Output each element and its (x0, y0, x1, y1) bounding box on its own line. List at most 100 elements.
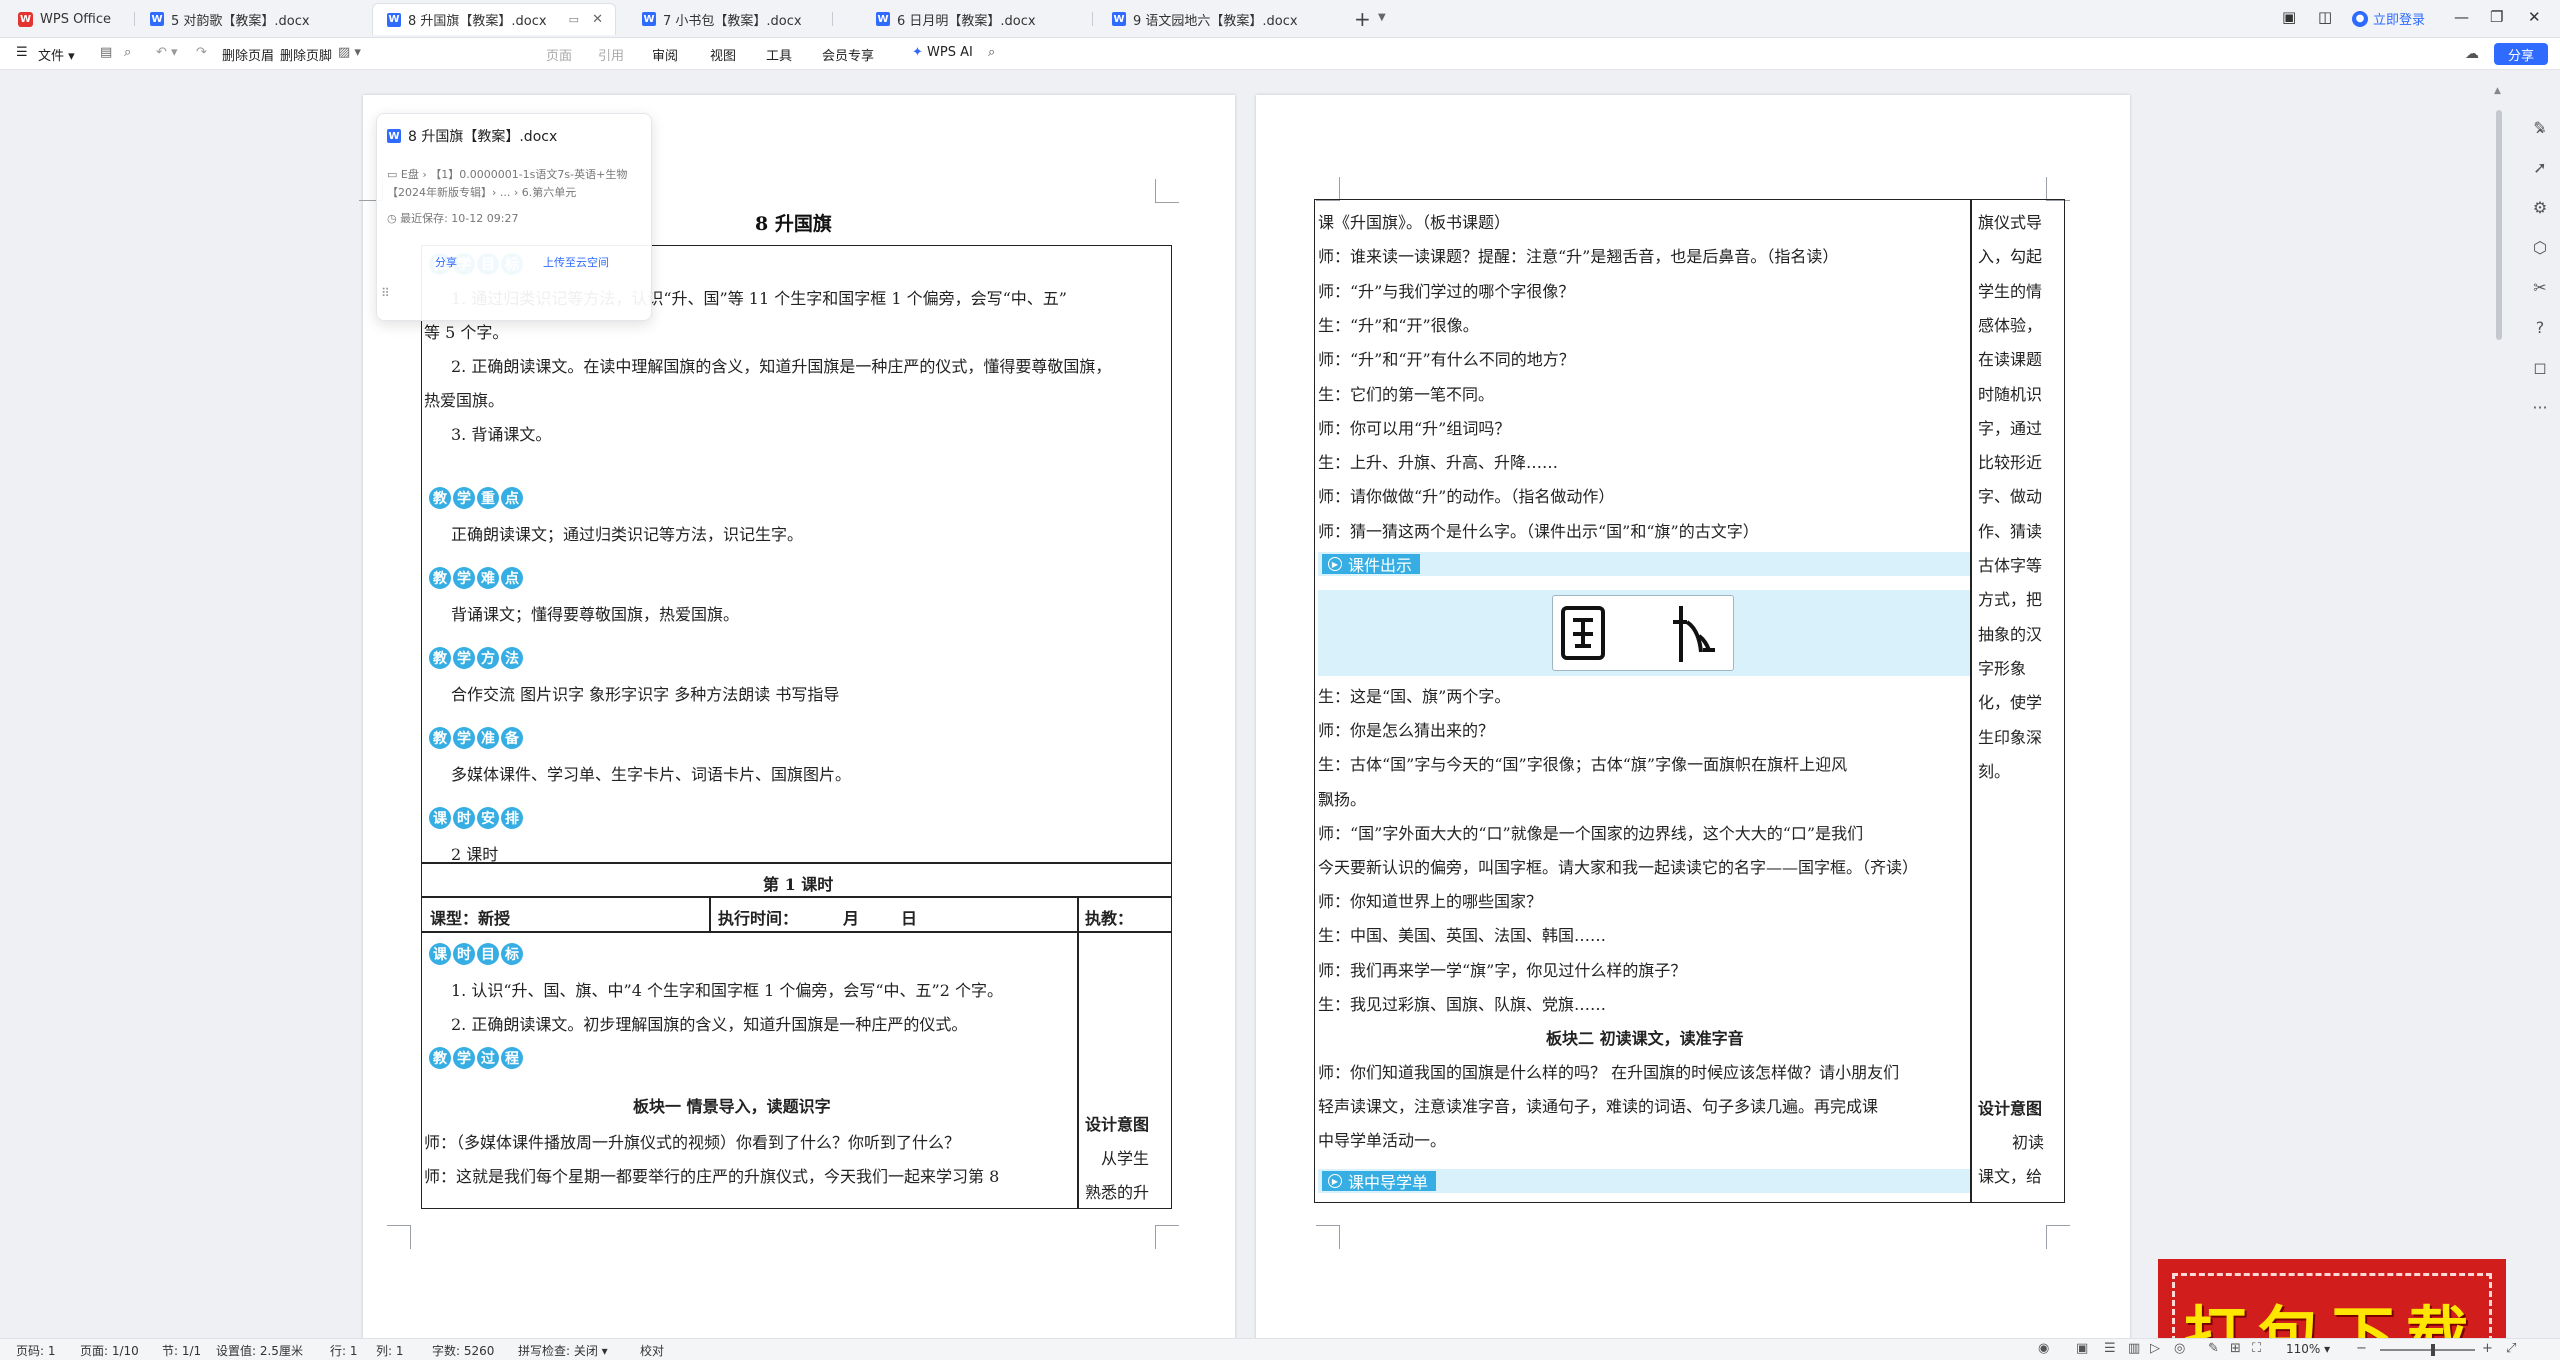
globe-icon[interactable]: ◎ (2174, 1341, 2185, 1356)
image-icon[interactable]: ▨ ▾ (338, 45, 361, 60)
page-view-icon[interactable]: ▣ (2076, 1341, 2088, 1356)
glyph-guo (1561, 606, 1605, 660)
status-row[interactable]: 行: 1 (330, 1342, 358, 1359)
chat-icon[interactable]: ◻ (2520, 358, 2560, 377)
dialogue-line: 生：古体“国”字与今天的“国”字很像；古体“旗”字像一面旗帜在旗杆上迎风 (1318, 755, 1848, 775)
login-button[interactable]: ● 立即登录 (2352, 9, 2425, 28)
dialogue-line: 师：猜一猜这两个是什么字。（课件出示“国”和“旗”的古文字） (1318, 521, 1759, 541)
hamburger-icon[interactable]: ☰ (16, 45, 28, 60)
section-badge: 教学准备 (429, 727, 523, 749)
crop-mark (1316, 1225, 1340, 1249)
pen-icon[interactable]: ✎ (2208, 1341, 2219, 1356)
outline-icon[interactable]: ☰ (2104, 1341, 2116, 1356)
menu-tools[interactable]: 工具 (766, 45, 792, 64)
minimize-icon[interactable]: — (2454, 8, 2469, 26)
tab-doc[interactable]: W 9 语文园地六【教案】.docx (1098, 3, 1338, 35)
fit-icon[interactable]: ⛶ (2252, 1341, 2261, 1356)
scroll-up-icon[interactable]: ▲ (2494, 86, 2501, 96)
page-2: 课《升国旗》。（板书课题） 师：谁来读一读课题？提醒：注意“升”是翘舌音，也是后鼻… (1256, 95, 2130, 1338)
tab-home[interactable]: W WPS Office (4, 3, 134, 35)
new-tab-icon[interactable]: + (1354, 7, 1371, 31)
dialogue-line: 师：我们再来学一学“旗”字，你见过什么样的旗子？ (1318, 960, 1687, 980)
status-pages[interactable]: 页面: 1/10 (80, 1342, 139, 1359)
help-icon[interactable]: ? (2520, 318, 2560, 337)
badge-char: 备 (501, 727, 523, 749)
zoom-slider[interactable] (2380, 1349, 2475, 1351)
badge-char: 学 (453, 647, 475, 669)
status-setting[interactable]: 设置值: 2.5厘米 (216, 1342, 303, 1359)
popup-upload-link[interactable]: 上传至云空间 (543, 254, 609, 270)
badge-char: 准 (477, 727, 499, 749)
shape-icon[interactable]: ⬡ (2520, 238, 2560, 257)
tab-doc[interactable]: W 6 日月明【教案】.docx (862, 3, 1108, 35)
file-path[interactable]: ▭ E盘 › 【1】0.0000001-1s语文7s-英语+生物【2024年新版… (387, 166, 637, 202)
menu-file[interactable]: 文件 ▾ (38, 45, 75, 64)
menu-wps-ai[interactable]: ✦ WPS AI (912, 45, 973, 60)
menu-review[interactable]: 审阅 (652, 45, 678, 64)
status-spell[interactable]: 拼写检查: 关闭 ▾ (518, 1342, 608, 1359)
menu-reference[interactable]: 引用 (598, 45, 624, 64)
undo-icon[interactable]: ↶ ▾ (156, 45, 178, 60)
maximize-icon[interactable]: ❐ (2490, 8, 2503, 26)
zoom-slider-knob[interactable] (2431, 1344, 2435, 1356)
badge-char: 教 (429, 1047, 451, 1069)
tab-label: 6 日月明【教案】.docx (897, 13, 1036, 29)
window-icon[interactable]: ▭ (569, 13, 579, 26)
notifications-icon[interactable]: ◫ (2318, 8, 2332, 26)
fullscreen-icon[interactable]: ⤢ (2506, 1341, 2516, 1356)
tab-doc[interactable]: W 7 小书包【教案】.docx (628, 3, 828, 35)
tools-icon[interactable]: ✂ (2520, 278, 2560, 297)
window-layout-icon[interactable]: ▣ (2282, 8, 2296, 26)
status-words[interactable]: 字数: 5260 (432, 1342, 494, 1359)
eye-icon[interactable]: ◉ (2038, 1341, 2049, 1356)
login-label: 立即登录 (2373, 13, 2426, 28)
document-canvas[interactable]: 8 升国旗 教学目标1. 通过归类识记等方法，认识“升、国”等 11 个生字和国… (0, 71, 2560, 1338)
design-line: 入，勾起 (1978, 247, 2043, 267)
badge-char: 点 (501, 487, 523, 509)
delete-header-button[interactable]: 删除页眉 (222, 45, 274, 64)
play-icon[interactable]: ▷ (2150, 1341, 2160, 1356)
design-line: 方式，把 (1978, 590, 2043, 610)
menu-page[interactable]: 页面 (546, 45, 572, 64)
settings-icon[interactable]: ⚙ (2520, 198, 2560, 217)
status-col[interactable]: 列: 1 (376, 1342, 404, 1359)
more-icon[interactable]: ··· (2520, 398, 2560, 417)
zoom-in-icon[interactable]: + (2482, 1341, 2493, 1356)
design-line: 字形象 (1978, 658, 2027, 678)
close-icon[interactable]: ✕ (2528, 8, 2541, 26)
cloud-icon[interactable]: ☁ (2465, 46, 2479, 62)
drag-handle-icon[interactable]: ⠿ (381, 286, 390, 300)
popup-share-link[interactable]: 分享 (435, 254, 457, 270)
chevron-down-icon[interactable]: ▼ (1378, 12, 1386, 23)
cursor-icon[interactable]: ➚ (2520, 158, 2560, 177)
search-icon[interactable]: ⌕ (988, 45, 995, 60)
tab-doc-active[interactable]: W 8 升国旗【教案】.docx ▭ ✕ (372, 3, 616, 35)
section-badge: 教学难点 (429, 567, 523, 589)
zoom-out-icon[interactable]: − (2356, 1341, 2367, 1356)
download-stamp[interactable]: 打包下载 (2158, 1259, 2506, 1338)
redo-icon[interactable]: ↷ (196, 45, 207, 60)
tab-doc[interactable]: W 5 对韵歌【教案】.docx (136, 3, 372, 35)
lesson-title: 第 1 课时 (763, 875, 834, 894)
status-page[interactable]: 页码: 1 (16, 1342, 56, 1359)
menu-view[interactable]: 视图 (710, 45, 736, 64)
reading-icon[interactable]: ▥ (2128, 1341, 2140, 1356)
search-doc-icon[interactable]: ⌕ (124, 45, 131, 60)
section-line: 2. 正确朗读课文。在读中理解国旗的含义，知道升国旗是一种庄严的仪式，懂得要尊敬… (451, 357, 1112, 376)
menu-member[interactable]: 会员专享 (822, 45, 874, 64)
status-section[interactable]: 节: 1/1 (162, 1342, 201, 1359)
delete-footer-button[interactable]: 删除页脚 (280, 45, 332, 64)
edit-pen-icon[interactable]: ✎ (2520, 118, 2560, 137)
status-proof[interactable]: 校对 (640, 1342, 664, 1359)
close-tab-icon[interactable]: ✕ (592, 12, 603, 27)
badge-char: 重 (477, 487, 499, 509)
share-button[interactable]: 分享 (2494, 43, 2548, 65)
save-icon[interactable]: ▤ (100, 45, 112, 60)
guide-bar: ▶ 课中导学单 (1318, 1169, 1970, 1193)
layout-icon[interactable]: ⊞ (2230, 1341, 2241, 1356)
dialogue-line: 师：你知道世界上的哪些国家？ (1318, 892, 1543, 912)
zoom-level[interactable]: 110% ▾ (2286, 1342, 2330, 1356)
vertical-scrollbar[interactable] (2496, 110, 2502, 340)
dialogue-line: 师：“升”和“开”有什么不同的地方？ (1318, 350, 1575, 370)
ancient-glyph-image (1552, 595, 1734, 671)
